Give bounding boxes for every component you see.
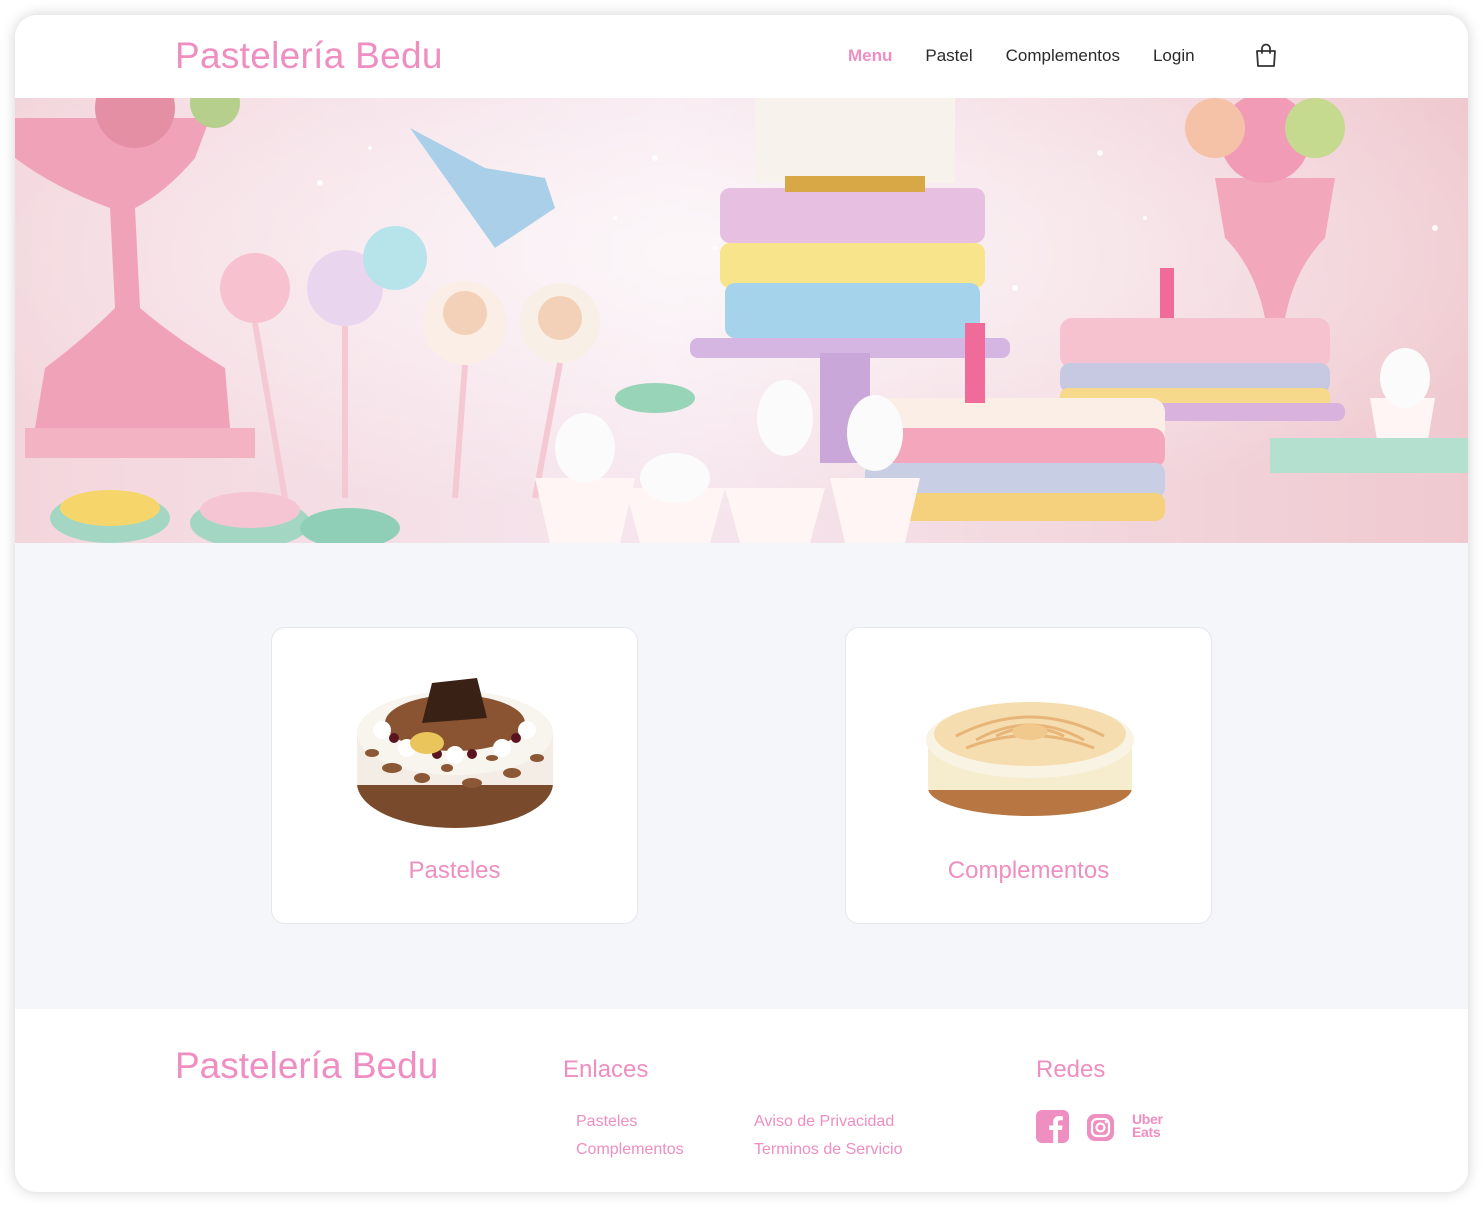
footer-redes-heading: Redes — [1036, 1056, 1106, 1083]
footer: Pastelería Bedu Enlaces Pasteles Complem… — [15, 1009, 1468, 1192]
chocolate-cake-image — [357, 678, 553, 828]
nav-menu[interactable]: Menu — [848, 46, 892, 66]
hero-banner — [15, 98, 1468, 543]
nav-complementos[interactable]: Complementos — [1006, 46, 1120, 66]
nav-login[interactable]: Login — [1153, 46, 1195, 66]
meringue-pie-image — [926, 702, 1134, 816]
card-title-complementos: Complementos — [947, 857, 1110, 884]
footer-link-privacidad[interactable]: Aviso de Privacidad — [754, 1113, 894, 1131]
footer-link-complementos[interactable]: Complementos — [576, 1141, 684, 1159]
instagram-icon[interactable] — [1087, 1114, 1114, 1141]
main-nav: Menu Pastel Complementos Login — [848, 46, 1228, 66]
category-card-complementos[interactable]: Complementos — [845, 627, 1212, 924]
categories-section: Pasteles Complementos — [15, 543, 1468, 1009]
footer-link-terminos[interactable]: Terminos de Servicio — [754, 1141, 903, 1159]
page-frame: Pastelería Bedu Menu Pastel Complementos… — [15, 15, 1468, 1192]
footer-enlaces-heading: Enlaces — [563, 1056, 649, 1083]
shopping-bag-icon[interactable] — [1255, 43, 1277, 67]
uber-eats-text-bottom: Eats — [1132, 1124, 1161, 1140]
category-card-pasteles[interactable]: Pasteles — [271, 627, 638, 924]
header: Pastelería Bedu Menu Pastel Complementos… — [15, 15, 1468, 98]
footer-link-pasteles[interactable]: Pasteles — [576, 1113, 637, 1131]
card-title-pasteles: Pasteles — [408, 857, 501, 884]
hero-image — [15, 98, 1468, 543]
facebook-icon[interactable] — [1036, 1110, 1069, 1143]
uber-eats-icon[interactable]: Uber Eats — [1132, 1112, 1163, 1140]
brand-logo[interactable]: Pastelería Bedu — [175, 35, 443, 77]
nav-pastel[interactable]: Pastel — [925, 46, 972, 66]
footer-brand[interactable]: Pastelería Bedu — [175, 1045, 438, 1087]
